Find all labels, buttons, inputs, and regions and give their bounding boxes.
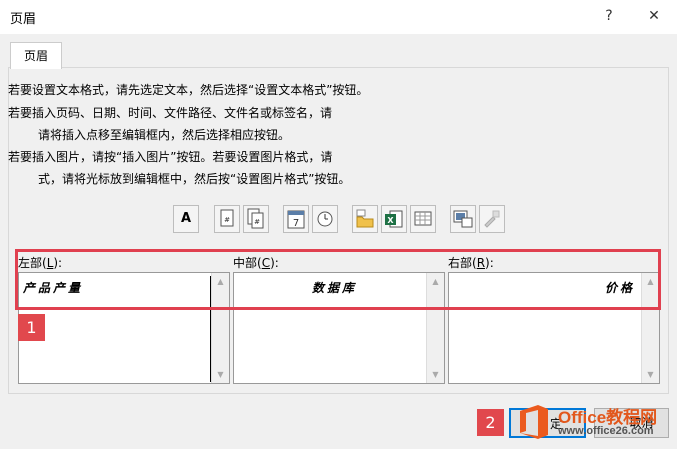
title-bar: 页眉 ? ✕ [0,0,677,34]
center-section-label: 中部(C): [233,256,279,270]
page-number-icon: # [220,209,234,227]
left-section-label: 左部(L): [18,256,63,270]
insert-picture-button[interactable] [450,205,476,233]
watermark-url: www.office26.com [558,425,654,437]
scroll-down-icon[interactable]: ▼ [212,366,229,383]
scroll-up-icon[interactable]: ▲ [212,273,229,290]
page-count-icon: # [247,208,264,229]
right-scrollbar[interactable]: ▲ ▼ [641,273,659,383]
svg-text:#: # [254,218,260,226]
folder-icon [356,209,374,228]
svg-text:X: X [387,216,394,225]
left-section-editor[interactable]: 产品产量 ▲ ▼ [18,272,230,384]
window-title: 页眉 [10,12,37,27]
left-scrollbar[interactable]: ▲ ▼ [211,273,229,383]
insert-file-path-button[interactable] [352,205,378,233]
right-section-editor[interactable]: 价格 ▲ ▼ [448,272,660,384]
format-picture-button[interactable] [479,205,505,233]
format-picture-icon [484,210,500,228]
center-scrollbar[interactable]: ▲ ▼ [426,273,444,383]
insert-page-number-button[interactable]: # [214,205,240,233]
insert-date-button[interactable]: 7 [283,205,309,233]
office-logo-icon [520,405,548,439]
left-section-text: 产品产量 [23,281,84,295]
insert-time-button[interactable] [312,205,338,233]
step-badge-2: 2 [477,409,504,436]
svg-text:7: 7 [293,218,299,229]
close-button[interactable]: ✕ [643,6,665,26]
picture-icon [453,210,473,228]
step-badge-1: 1 [18,314,45,341]
scroll-up-icon[interactable]: ▲ [427,273,444,290]
center-section-text: 数据库 [312,281,358,295]
sheet-icon [414,211,432,226]
svg-text:#: # [224,216,230,224]
scroll-down-icon[interactable]: ▼ [427,366,444,383]
instruction-line-5: 式，请将光标放到编辑框中，然后按“设置图片格式”按钮。 [38,172,351,186]
center-section-editor[interactable]: 数据库 ▲ ▼ [233,272,445,384]
instruction-line-1: 若要设置文本格式，请先选定文本，然后选择“设置文本格式”按钮。 [8,83,369,97]
instruction-line-3: 请将插入点移至编辑框内，然后选择相应按钮。 [38,128,291,142]
instruction-line-4: 若要插入图片，请按“插入图片”按钮。若要设置图片格式，请 [8,150,333,164]
format-text-button[interactable]: A [173,205,199,233]
right-section-text: 价格 [604,281,635,295]
instruction-line-2: 若要插入页码、日期、时间、文件路径、文件名或标签名，请 [8,106,333,120]
office-watermark: Office教程网 www.office26.com [510,400,676,446]
insert-file-name-button[interactable]: X [381,205,407,233]
insert-page-count-button[interactable]: # [243,205,269,233]
help-button[interactable]: ? [598,6,620,26]
clock-icon [317,211,333,227]
format-text-icon: A [180,211,192,226]
tab-header[interactable]: 页眉 [10,42,62,69]
insert-sheet-name-button[interactable] [410,205,436,233]
scroll-down-icon[interactable]: ▼ [642,366,659,383]
excel-file-icon: X [385,210,403,228]
scroll-up-icon[interactable]: ▲ [642,273,659,290]
calendar-icon: 7 [287,210,305,229]
right-section-label: 右部(R): [448,256,494,270]
